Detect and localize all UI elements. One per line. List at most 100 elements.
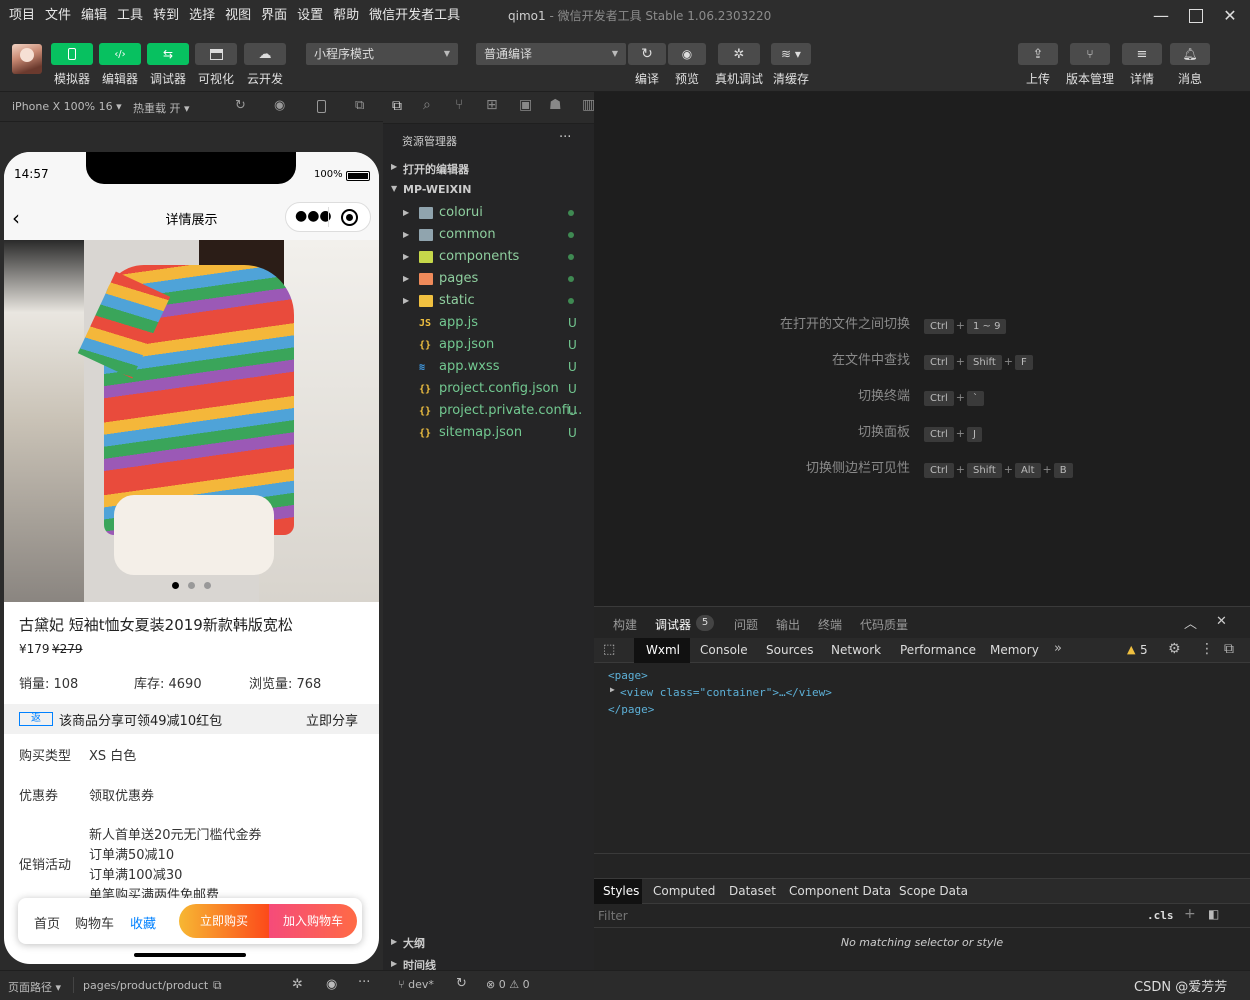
more-actions-icon[interactable]: ··· — [559, 130, 571, 145]
buy-now-button[interactable]: 立即购买 — [179, 904, 269, 938]
file-item[interactable]: {} sitemap.json U — [383, 422, 594, 444]
menu-edit[interactable]: 编辑 — [76, 0, 112, 32]
avatar[interactable] — [12, 44, 42, 74]
cloud-button[interactable]: ☁ — [244, 43, 286, 65]
tab-scope-data[interactable]: Scope Data — [899, 884, 968, 898]
minimize-icon[interactable]: — — [1149, 4, 1173, 28]
tab-performance[interactable]: Performance — [900, 643, 976, 657]
share-button[interactable]: 立即分享 — [306, 710, 358, 729]
file-item[interactable]: {} project.private.confi... U — [383, 400, 594, 422]
mode-select[interactable]: 小程序模式 ▼ — [306, 43, 458, 65]
coupon-value[interactable]: 领取优惠券 — [89, 785, 154, 804]
menu-wechat-devtools[interactable]: 微信开发者工具 — [364, 0, 465, 32]
sidebar-toggle-icon[interactable]: ◧ — [1208, 907, 1219, 921]
remote-debug-button[interactable]: ✲ — [718, 43, 760, 65]
bug-icon[interactable]: ✲ — [292, 977, 303, 992]
buy-type-value[interactable]: XS 白色 — [89, 745, 136, 764]
upload-button[interactable]: ⇪ — [1018, 43, 1058, 65]
tab-build[interactable]: 构建 — [613, 616, 637, 633]
folder-item[interactable]: ▶ pages — [383, 268, 594, 290]
expand-arrow-icon[interactable]: ▶ — [610, 685, 615, 694]
version-button[interactable]: ⑂ — [1070, 43, 1110, 65]
close-mini-icon[interactable] — [341, 209, 358, 226]
phone-icon[interactable] — [317, 100, 326, 113]
tab-terminal[interactable]: 终端 — [818, 616, 842, 633]
menu-settings[interactable]: 设置 — [292, 0, 328, 32]
menu-view[interactable]: 视图 — [220, 0, 256, 32]
page-path-select[interactable]: 页面路径 ▾ — [8, 979, 61, 995]
outline-section[interactable]: ▶ 大纲 — [383, 932, 594, 954]
folder-item[interactable]: ▶ static — [383, 290, 594, 312]
branch-status[interactable]: ⑂ dev* — [398, 978, 434, 991]
warning-icon[interactable]: ▲ — [1127, 643, 1135, 656]
stop-icon[interactable]: ◉ — [274, 98, 285, 113]
chevron-up-icon[interactable]: ︿ — [1184, 613, 1197, 632]
problems-status[interactable]: ⊗ 0 ⚠ 0 — [486, 978, 530, 991]
files-icon[interactable]: ⧉ — [392, 98, 402, 114]
tab-code-quality[interactable]: 代码质量 — [860, 616, 908, 633]
add-cart-button[interactable]: 加入购物车 — [269, 904, 357, 938]
tab-component-data[interactable]: Component Data — [789, 884, 891, 898]
favorite-button[interactable]: 收藏 — [130, 913, 156, 932]
compile-button[interactable]: ↻ — [628, 43, 666, 65]
capsule-menu[interactable]: ●●● — [285, 202, 371, 232]
share-bar[interactable]: 返 该商品分享可领49减10红包 立即分享 — [4, 704, 379, 734]
more-tabs-icon[interactable]: » — [1054, 641, 1062, 656]
add-rule-icon[interactable]: + — [1184, 906, 1196, 922]
project-section[interactable]: ▼ MP-WEIXIN — [383, 180, 594, 202]
file-item[interactable]: {} app.json U — [383, 334, 594, 356]
tab-problems[interactable]: 问题 — [734, 616, 758, 633]
carousel-dot[interactable] — [188, 582, 195, 589]
details-button[interactable]: ≡ — [1122, 43, 1162, 65]
tab-sources[interactable]: Sources — [766, 643, 813, 657]
copy-icon[interactable]: ⧉ — [213, 978, 222, 993]
device-select[interactable]: iPhone X 100% 16 ▾ — [12, 100, 122, 113]
eye-icon[interactable]: ◉ — [326, 977, 337, 992]
inspect-icon[interactable]: ⬚ — [603, 642, 615, 657]
home-button[interactable]: 首页 — [34, 913, 60, 932]
hot-reload-select[interactable]: 热重载 开 ▾ — [133, 100, 190, 116]
view-node[interactable]: <view class="container">…</view> — [620, 686, 832, 699]
open-editors-section[interactable]: ▶ 打开的编辑器 — [383, 158, 594, 180]
more-icon[interactable]: ●●● — [295, 208, 332, 224]
preview-button[interactable]: ◉ — [668, 43, 706, 65]
folder-item[interactable]: ▶ common — [383, 224, 594, 246]
git-icon[interactable]: ⑂ — [455, 97, 463, 113]
tab-dataset[interactable]: Dataset — [729, 884, 776, 898]
kebab-icon[interactable]: ⋮ — [1200, 641, 1214, 657]
cart-button[interactable]: 购物车 — [75, 913, 114, 932]
search-icon[interactable]: ⌕ — [423, 97, 431, 113]
save-icon[interactable]: ▣ — [519, 97, 532, 113]
maximize-icon[interactable] — [1184, 4, 1208, 28]
debugger-button[interactable]: ⇆ — [147, 43, 189, 65]
dock-icon[interactable]: ⧉ — [1224, 641, 1234, 657]
menu-help[interactable]: 帮助 — [328, 0, 364, 32]
carousel-dot[interactable] — [204, 582, 211, 589]
simulator-button[interactable] — [51, 43, 93, 65]
rotate-icon[interactable]: ↻ — [235, 98, 246, 113]
close-panel-icon[interactable]: ✕ — [1216, 614, 1227, 629]
editor-button[interactable]: ‹/› — [99, 43, 141, 65]
resize-divider[interactable] — [594, 853, 1250, 879]
messages-button[interactable]: 🔔︎ — [1170, 43, 1210, 65]
clear-cache-button[interactable]: ≋ ▾ — [771, 43, 811, 65]
extensions-icon[interactable]: ⊞ — [486, 97, 498, 113]
folder-item[interactable]: ▶ colorui — [383, 202, 594, 224]
docker-icon[interactable]: ☗ — [549, 97, 562, 113]
file-item[interactable]: ≋ app.wxss U — [383, 356, 594, 378]
cls-toggle[interactable]: .cls — [1147, 909, 1174, 922]
menu-tools[interactable]: 工具 — [112, 0, 148, 32]
page-open-tag[interactable]: <page> — [608, 669, 648, 682]
filter-input[interactable] — [598, 907, 1128, 925]
tab-debugger[interactable]: 调试器 — [655, 616, 691, 633]
tab-computed[interactable]: Computed — [653, 884, 715, 898]
menu-project[interactable]: 项目 — [4, 0, 40, 32]
folder-item[interactable]: ▶ components — [383, 246, 594, 268]
product-image[interactable] — [4, 240, 379, 602]
tab-network[interactable]: Network — [831, 643, 881, 657]
menu-interface[interactable]: 界面 — [256, 0, 292, 32]
compile-mode-select[interactable]: 普通编译 ▼ — [476, 43, 626, 65]
tab-console[interactable]: Console — [700, 643, 748, 657]
file-item[interactable]: {} project.config.json U — [383, 378, 594, 400]
menu-select[interactable]: 选择 — [184, 0, 220, 32]
